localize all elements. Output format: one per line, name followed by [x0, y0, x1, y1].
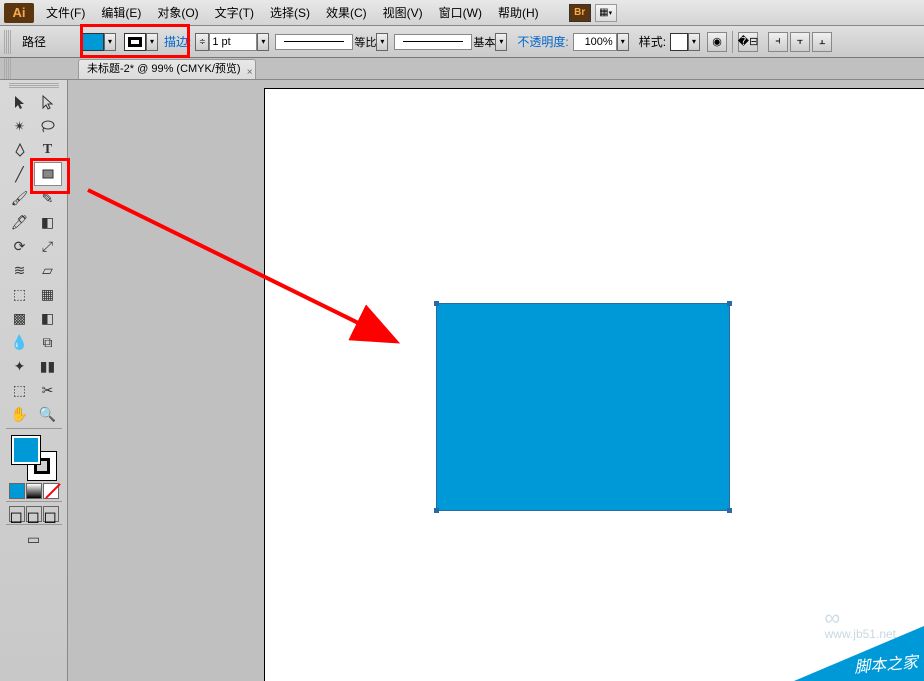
- fill-swatch-group[interactable]: ▾: [82, 33, 116, 51]
- magic-wand-tool[interactable]: ✴: [6, 114, 34, 138]
- eyedropper-tool[interactable]: 💧: [6, 330, 34, 354]
- fill-swatch[interactable]: [82, 33, 104, 51]
- fill-stroke-indicator[interactable]: [11, 435, 57, 481]
- fill-indicator[interactable]: [11, 435, 41, 465]
- pencil-tool[interactable]: ✎: [34, 186, 62, 210]
- options-grip[interactable]: [4, 30, 12, 54]
- canvas-area[interactable]: ∞ www.jb51.net 脚本之家: [68, 80, 924, 681]
- direct-selection-tool[interactable]: [34, 90, 62, 114]
- screen-mode-button[interactable]: ▭: [20, 527, 48, 551]
- artboard-tool[interactable]: ⬚: [6, 378, 34, 402]
- profile-label: 等比: [354, 34, 376, 50]
- menu-select[interactable]: 选择(S): [262, 4, 318, 21]
- watermark: ∞ www.jb51.net 脚本之家: [774, 601, 924, 681]
- lasso-tool[interactable]: [34, 114, 62, 138]
- style-label: 样式:: [639, 33, 666, 50]
- blend-tool[interactable]: ⧉: [34, 330, 62, 354]
- document-tab-bar: 未标题-2* @ 99% (CMYK/预览) ×: [0, 58, 924, 80]
- tool-separator-3: [6, 524, 62, 525]
- opacity-input[interactable]: [573, 33, 617, 51]
- anchor-point[interactable]: [434, 301, 439, 306]
- free-transform-tool[interactable]: ▱: [34, 258, 62, 282]
- profile-dropdown-icon[interactable]: ▾: [376, 33, 388, 51]
- symbol-sprayer-tool[interactable]: ✦: [6, 354, 34, 378]
- arrange-docs-button[interactable]: ▦▾: [595, 4, 617, 22]
- zoom-tool[interactable]: 🔍: [34, 402, 62, 426]
- menu-file[interactable]: 文件(F): [38, 4, 93, 21]
- graphic-style-dropdown-icon[interactable]: ▾: [688, 33, 700, 51]
- tool-separator: [6, 428, 62, 429]
- draw-behind-button[interactable]: ◻: [26, 506, 42, 522]
- anchor-point[interactable]: [727, 301, 732, 306]
- align-button-4[interactable]: ⫠: [812, 32, 832, 52]
- graphic-style-swatch[interactable]: [670, 33, 688, 51]
- draw-inside-button[interactable]: ◻: [43, 506, 59, 522]
- anchor-point[interactable]: [434, 508, 439, 513]
- path-label: 路径: [22, 33, 46, 50]
- menu-edit[interactable]: 编辑(E): [93, 4, 149, 21]
- app-logo: Ai: [4, 3, 34, 23]
- brush-label: 基本: [473, 34, 495, 50]
- fill-dropdown-icon[interactable]: ▾: [104, 33, 116, 51]
- tool-separator-2: [6, 501, 62, 502]
- gradient-mode-button[interactable]: [26, 483, 42, 499]
- stroke-weight-dropdown-icon[interactable]: ▾: [257, 33, 269, 51]
- slice-tool[interactable]: ✂: [34, 378, 62, 402]
- gradient-tool[interactable]: ◧: [34, 306, 62, 330]
- profile-preview[interactable]: [275, 34, 353, 50]
- column-graph-tool[interactable]: ▮▮: [34, 354, 62, 378]
- selection-tool[interactable]: [6, 90, 34, 114]
- menu-object[interactable]: 对象(O): [149, 4, 206, 21]
- color-mode-button[interactable]: [9, 483, 25, 499]
- document-tab[interactable]: 未标题-2* @ 99% (CMYK/预览) ×: [78, 59, 256, 79]
- perspective-grid-tool[interactable]: ▦: [34, 282, 62, 306]
- blob-brush-tool[interactable]: 🖊: [6, 210, 34, 234]
- options-bar: 路径 ▾ ▾ 描边: ≑ ▾ 等比 ▾ 基本 ▾ 不透明度: ▾ 样式: ▾ ◉…: [0, 26, 924, 58]
- document-tab-title: 未标题-2* @ 99% (CMYK/预览): [87, 63, 241, 75]
- mesh-tool[interactable]: ▩: [6, 306, 34, 330]
- shape-builder-tool[interactable]: ⬚: [6, 282, 34, 306]
- stroke-weight-input[interactable]: [209, 33, 257, 51]
- opacity-label[interactable]: 不透明度:: [517, 33, 568, 50]
- rotate-tool[interactable]: ⟳: [6, 234, 34, 258]
- stroke-stepper[interactable]: ≑: [195, 33, 209, 51]
- eraser-tool[interactable]: ◧: [34, 210, 62, 234]
- menu-bar: Ai 文件(F) 编辑(E) 对象(O) 文字(T) 选择(S) 效果(C) 视…: [0, 0, 924, 26]
- pen-tool[interactable]: [6, 138, 34, 162]
- stroke-swatch-group[interactable]: ▾: [124, 33, 158, 51]
- opacity-dropdown-icon[interactable]: ▾: [617, 33, 629, 51]
- recolor-button[interactable]: ◉: [707, 32, 727, 52]
- drawn-rectangle[interactable]: [436, 303, 730, 511]
- type-tool[interactable]: T: [34, 138, 62, 162]
- line-segment-tool[interactable]: ╱: [6, 162, 34, 186]
- tools-panel: ✴ T ╱ 🖌 ✎ 🖊 ◧ ⟳ ⤢ ≋ ▱ ⬚: [0, 80, 68, 681]
- draw-normal-button[interactable]: ◻: [9, 506, 25, 522]
- anchor-point[interactable]: [727, 508, 732, 513]
- stroke-swatch[interactable]: [124, 33, 146, 51]
- rectangle-tool[interactable]: [34, 162, 62, 186]
- menu-effect[interactable]: 效果(C): [318, 4, 375, 21]
- align-button-3[interactable]: ⫟: [790, 32, 810, 52]
- tab-grip[interactable]: [4, 55, 12, 79]
- menu-text[interactable]: 文字(T): [207, 4, 262, 21]
- align-button-2[interactable]: ⫞: [768, 32, 788, 52]
- stroke-dropdown-icon[interactable]: ▾: [146, 33, 158, 51]
- brush-preview[interactable]: [394, 34, 472, 50]
- hand-tool[interactable]: ✋: [6, 402, 34, 426]
- work-area: ✴ T ╱ 🖌 ✎ 🖊 ◧ ⟳ ⤢ ≋ ▱ ⬚: [0, 80, 924, 681]
- stroke-label[interactable]: 描边:: [164, 33, 191, 50]
- tools-grip[interactable]: [9, 82, 59, 88]
- menu-view[interactable]: 视图(V): [375, 4, 431, 21]
- width-tool[interactable]: ≋: [6, 258, 34, 282]
- align-button-1[interactable]: �⊟: [738, 32, 758, 52]
- brush-dropdown-icon[interactable]: ▾: [495, 33, 507, 51]
- paintbrush-tool[interactable]: 🖌: [6, 186, 34, 210]
- menu-window[interactable]: 窗口(W): [431, 4, 490, 21]
- none-mode-button[interactable]: [43, 483, 59, 499]
- scale-tool[interactable]: ⤢: [34, 234, 62, 258]
- menu-help[interactable]: 帮助(H): [490, 4, 547, 21]
- separator: [732, 31, 733, 53]
- bridge-button[interactable]: Br: [569, 4, 591, 22]
